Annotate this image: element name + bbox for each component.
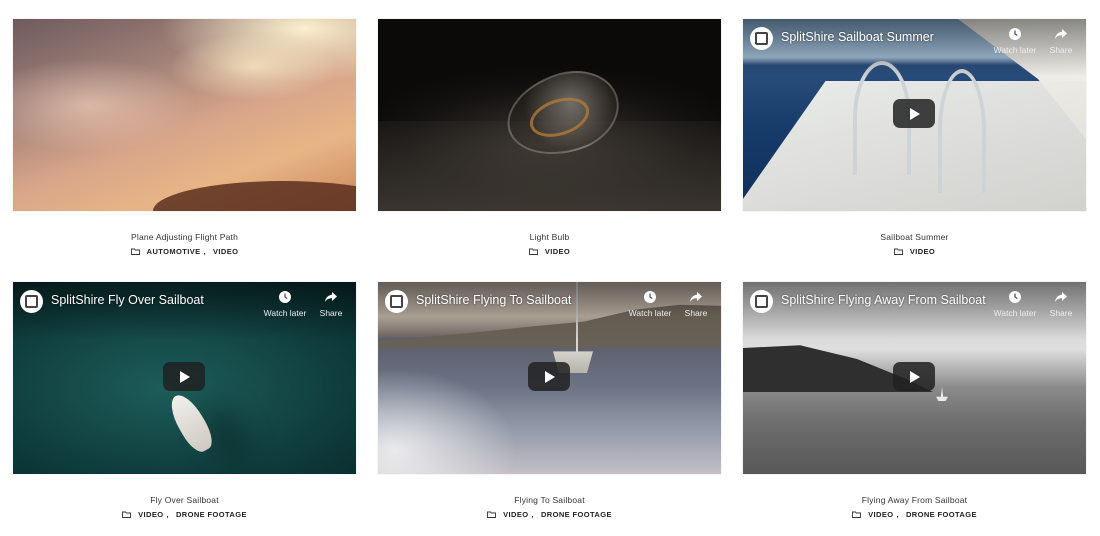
splitshire-logo-icon[interactable] [385, 290, 408, 313]
category-list: VIDEO, DRONE FOOTAGE [378, 510, 721, 519]
watch-later-label: Watch later [263, 308, 307, 318]
category-link[interactable]: VIDEO [545, 247, 570, 256]
video-card: Plane Adjusting Flight Path AUTOMOTIVE, … [13, 19, 356, 256]
category-link[interactable]: VIDEO [868, 510, 893, 519]
splitshire-logo-icon[interactable] [20, 290, 43, 313]
youtube-embed[interactable]: SplitShire Fly Over Sailboat Watch later… [13, 282, 356, 474]
video-card: SplitShire Sailboat Summer Watch later S… [743, 19, 1086, 256]
category-list: VIDEO [378, 247, 721, 256]
sailboat-image [164, 389, 218, 457]
youtube-embed[interactable]: SplitShire Flying Away From Sailboat Wat… [743, 282, 1086, 474]
video-card: SplitShire Flying Away From Sailboat Wat… [743, 282, 1086, 519]
share-arrow-icon [1055, 292, 1067, 302]
category-link[interactable]: DRONE FOOTAGE [176, 510, 247, 519]
category-link[interactable]: VIDEO [503, 510, 528, 519]
youtube-embed[interactable]: SplitShire Sailboat Summer Watch later S… [743, 19, 1086, 211]
share-button[interactable]: Share [1038, 290, 1084, 318]
category-link[interactable]: AUTOMOTIVE [147, 247, 201, 256]
category-list: VIDEO, DRONE FOOTAGE [743, 510, 1086, 519]
card-caption: Plane Adjusting Flight Path AUTOMOTIVE, … [13, 232, 356, 256]
video-title[interactable]: Light Bulb [378, 232, 721, 242]
watch-later-button[interactable]: Watch later [262, 290, 308, 318]
share-arrow-icon [325, 292, 337, 302]
video-title[interactable]: Flying Away From Sailboat [743, 495, 1086, 505]
watch-later-label: Watch later [993, 308, 1037, 318]
card-caption: Flying To Sailboat VIDEO, DRONE FOOTAGE [378, 495, 721, 519]
watch-later-label: Watch later [993, 45, 1037, 55]
watch-later-button[interactable]: Watch later [627, 290, 673, 318]
share-arrow-icon [690, 292, 702, 302]
folder-icon [528, 248, 538, 255]
watch-later-button[interactable]: Watch later [992, 290, 1038, 318]
video-card: SplitShire Flying To Sailboat Watch late… [378, 282, 721, 519]
youtube-embed[interactable]: SplitShire Flying To Sailboat Watch late… [378, 282, 721, 474]
category-link[interactable]: VIDEO [213, 247, 238, 256]
category-separator: , [166, 510, 169, 519]
play-icon[interactable] [893, 362, 935, 391]
category-list: VIDEO, DRONE FOOTAGE [13, 510, 356, 519]
clock-icon [644, 291, 656, 303]
category-link[interactable]: VIDEO [138, 510, 163, 519]
card-caption: Light Bulb VIDEO [378, 232, 721, 256]
folder-icon [130, 248, 140, 255]
card-caption: Flying Away From Sailboat VIDEO, DRONE F… [743, 495, 1086, 519]
clock-icon [1009, 28, 1021, 40]
plane-wing [153, 181, 356, 211]
category-link[interactable]: DRONE FOOTAGE [541, 510, 612, 519]
video-card: SplitShire Fly Over Sailboat Watch later… [13, 282, 356, 519]
share-button[interactable]: Share [308, 290, 354, 318]
category-separator: , [531, 510, 534, 519]
player-video-title[interactable]: SplitShire Flying Away From Sailboat [781, 293, 986, 307]
category-link[interactable]: DRONE FOOTAGE [906, 510, 977, 519]
category-separator: , [203, 247, 206, 256]
splitshire-logo-icon[interactable] [750, 290, 773, 313]
category-separator: , [896, 510, 899, 519]
video-title[interactable]: Plane Adjusting Flight Path [13, 232, 356, 242]
folder-icon [487, 511, 497, 518]
folder-icon [122, 511, 132, 518]
sun-glare [378, 354, 538, 474]
player-video-title[interactable]: SplitShire Fly Over Sailboat [51, 293, 204, 307]
play-icon[interactable] [528, 362, 570, 391]
category-list: AUTOMOTIVE, VIDEO [13, 247, 356, 256]
category-list: VIDEO [743, 247, 1086, 256]
player-video-title[interactable]: SplitShire Flying To Sailboat [416, 293, 571, 307]
share-label: Share [684, 308, 708, 318]
video-title[interactable]: Flying To Sailboat [378, 495, 721, 505]
watch-later-label: Watch later [628, 308, 672, 318]
boat-rail [938, 69, 986, 193]
video-thumbnail[interactable] [13, 19, 356, 211]
play-icon[interactable] [893, 99, 935, 128]
watch-later-button[interactable]: Watch later [992, 27, 1038, 55]
play-icon[interactable] [163, 362, 205, 391]
card-caption: Fly Over Sailboat VIDEO, DRONE FOOTAGE [13, 495, 356, 519]
player-video-title[interactable]: SplitShire Sailboat Summer [781, 30, 934, 44]
splitshire-logo-icon[interactable] [750, 27, 773, 50]
folder-icon [893, 248, 903, 255]
share-label: Share [1049, 45, 1073, 55]
share-label: Share [319, 308, 343, 318]
video-card: Light Bulb VIDEO [378, 19, 721, 256]
card-caption: Sailboat Summer VIDEO [743, 232, 1086, 256]
clock-icon [1009, 291, 1021, 303]
video-thumbnail[interactable] [378, 19, 721, 211]
clock-icon [279, 291, 291, 303]
share-arrow-icon [1055, 29, 1067, 39]
category-link[interactable]: VIDEO [910, 247, 935, 256]
sailboat-image [936, 387, 948, 401]
folder-icon [852, 511, 862, 518]
share-button[interactable]: Share [1038, 27, 1084, 55]
video-title[interactable]: Sailboat Summer [743, 232, 1086, 242]
share-label: Share [1049, 308, 1073, 318]
share-button[interactable]: Share [673, 290, 719, 318]
video-title[interactable]: Fly Over Sailboat [13, 495, 356, 505]
